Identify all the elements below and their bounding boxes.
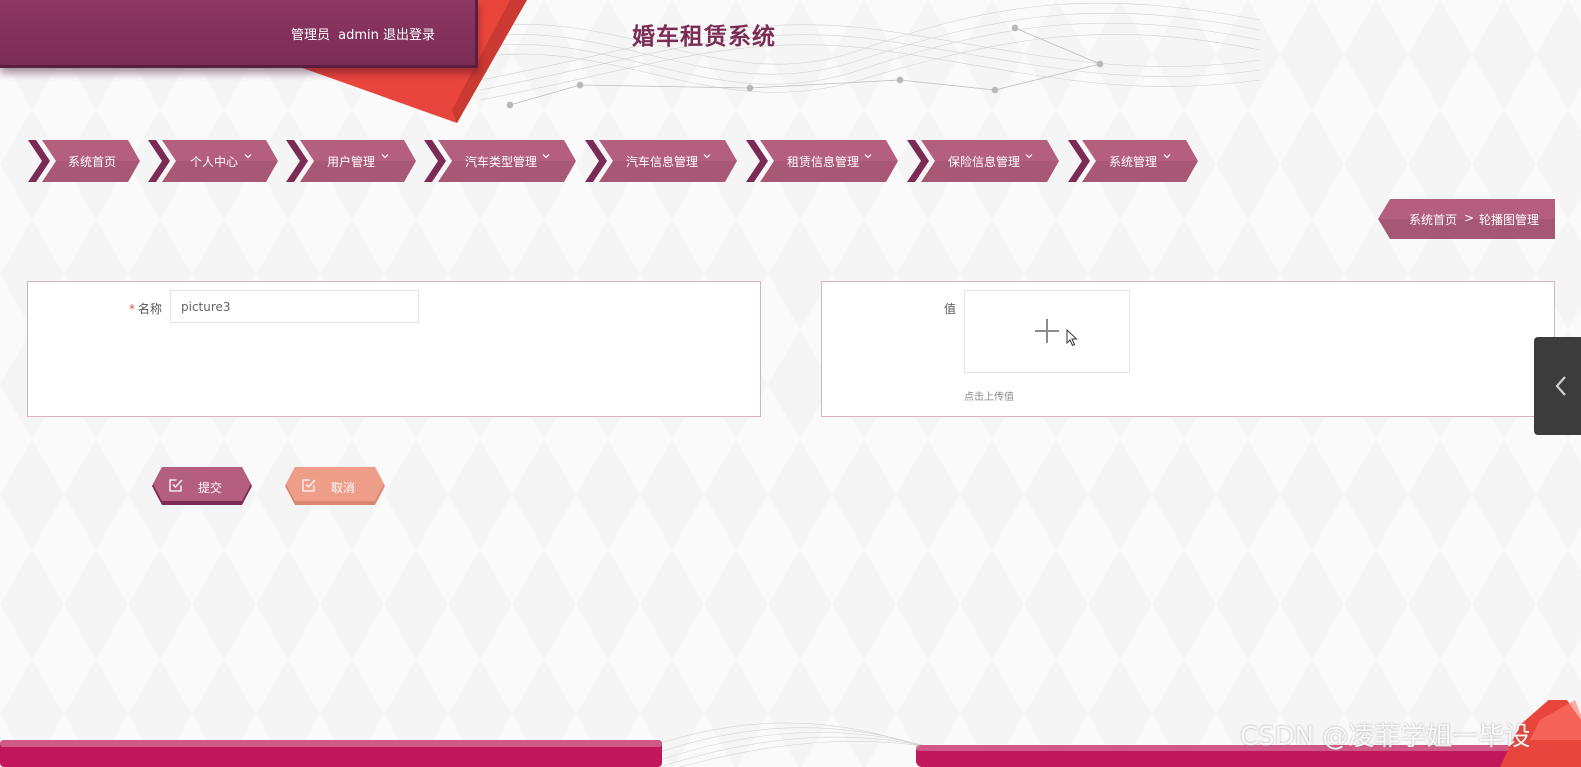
submit-button-label: 提交 [198,481,223,495]
nav-item-label: 系统首页 [68,155,117,169]
nav-item-car-type-management[interactable]: 汽车类型管理 [424,140,576,182]
watermark: CSDN @凌菲学姐一毕设 [1240,722,1531,752]
chevron-left-icon [1555,376,1566,396]
nav-item-rental-info-management[interactable]: 租赁信息管理 [746,140,898,182]
breadcrumb: 系统首页 > 轮播图管理 [1378,199,1555,239]
value-field-panel: 值 点击上传值 [821,281,1555,417]
cancel-button[interactable]: 取消 [285,467,385,505]
nav-item-home[interactable]: 系统首页 [28,140,140,182]
nav-item-label: 个人中心 [190,155,239,169]
nav-item-label: 汽车信息管理 [626,155,699,169]
checkbox-edit-icon [302,479,316,492]
breadcrumb-home[interactable]: 系统首页 [1409,211,1457,228]
plus-icon [1035,319,1059,343]
user-info: 管理员 admin [291,24,383,43]
username: admin [338,28,379,43]
nav-item-label: 租赁信息管理 [787,155,860,169]
nav-item-system-management[interactable]: 系统管理 [1068,140,1198,182]
side-panel-toggle[interactable] [1534,337,1581,435]
nav-item-label: 用户管理 [327,155,376,169]
logout-link[interactable]: 退出登录 [383,24,435,43]
nav-item-user-management[interactable]: 用户管理 [286,140,416,182]
app-title: 婚车租赁系统 [632,24,776,50]
header-network-background [460,2,1260,109]
top-bar: 管理员 admin 退出登录 [0,0,478,68]
mouse-cursor-icon [1066,329,1078,347]
checkbox-edit-icon [169,479,183,492]
user-role: 管理员 [291,28,331,43]
image-uploader[interactable] [964,290,1130,373]
nav-item-insurance-info-management[interactable]: 保险信息管理 [907,140,1059,182]
breadcrumb-separator: > [1464,211,1475,225]
nav-item-label: 系统管理 [1109,155,1158,169]
name-input[interactable] [170,290,419,323]
nav-item-personal-center[interactable]: 个人中心 [148,140,278,182]
nav-item-label: 汽车类型管理 [465,155,538,169]
nav-item-label: 保险信息管理 [948,155,1021,169]
required-mark: * [129,302,135,316]
name-field-panel: * 名称 [27,281,761,417]
upload-tip: 点击上传值 [964,392,1014,403]
value-label: 值 [944,302,957,316]
cancel-button-label: 取消 [331,481,356,495]
breadcrumb-current: 轮播图管理 [1479,213,1540,227]
nav-item-car-info-management[interactable]: 汽车信息管理 [585,140,737,182]
name-label: * 名称 [129,300,162,317]
submit-button[interactable]: 提交 [152,467,252,505]
name-label-text: 名称 [138,302,163,316]
